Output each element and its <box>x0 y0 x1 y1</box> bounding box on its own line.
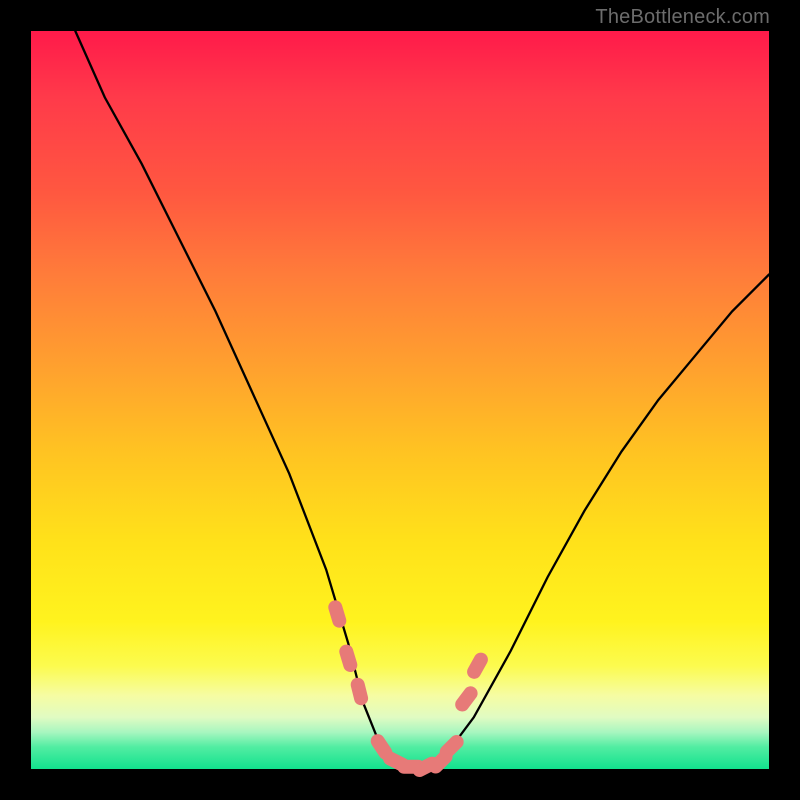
attribution-text: TheBottleneck.com <box>595 6 770 29</box>
marker-lobe <box>452 684 480 715</box>
marker-lobe <box>327 599 348 630</box>
marker-group <box>327 599 491 780</box>
curve-layer <box>31 31 769 769</box>
marker-lobe <box>338 643 359 674</box>
marker-lobe <box>465 650 491 681</box>
bottleneck-curve <box>75 31 769 769</box>
plot-area <box>31 31 769 769</box>
marker-lobe <box>349 676 369 707</box>
chart-frame: TheBottleneck.com <box>0 0 800 800</box>
